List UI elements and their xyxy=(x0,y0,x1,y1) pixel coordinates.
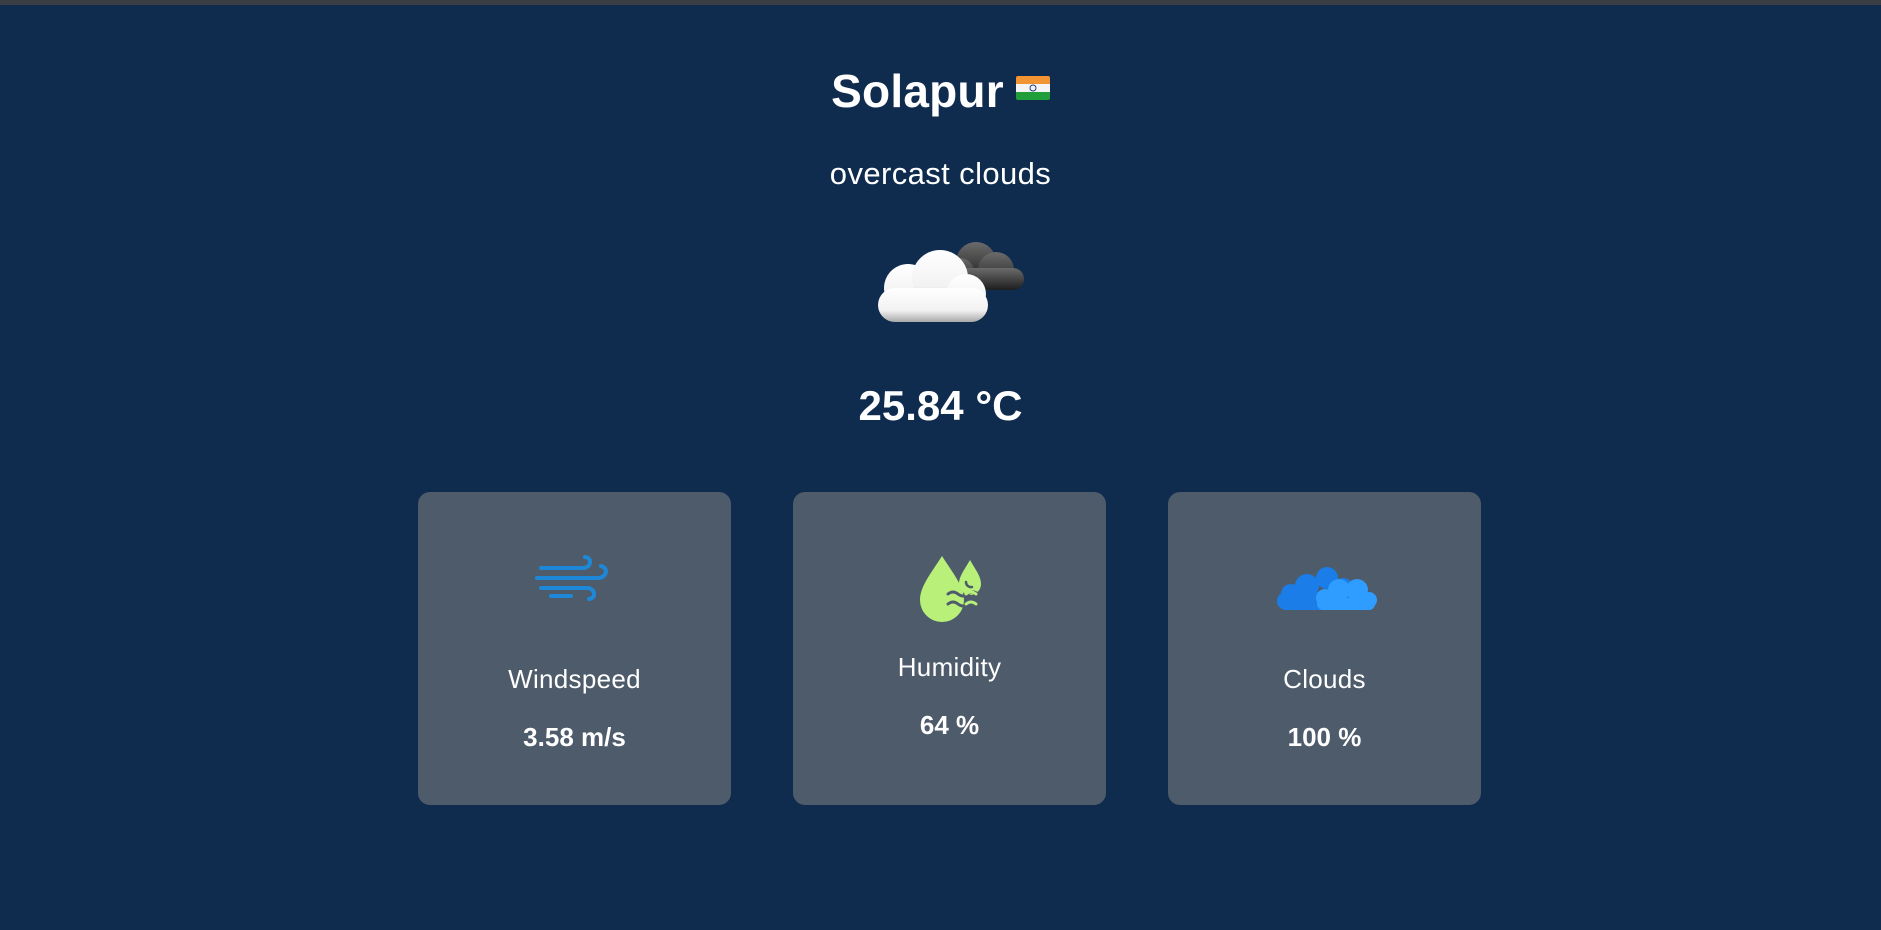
weather-description: overcast clouds xyxy=(829,156,1052,191)
windspeed-card: Windspeed 3.58 m/s xyxy=(418,492,731,805)
india-flag-icon xyxy=(1015,76,1050,100)
weather-app: Solapur overcast clouds 25.84 °C Windspe… xyxy=(0,0,1881,930)
clouds-icon xyxy=(1168,564,1481,617)
clouds-label: Clouds xyxy=(1283,664,1366,694)
windspeed-label: Windspeed xyxy=(508,664,641,694)
humidity-drops-icon xyxy=(793,554,1106,631)
city-name: Solapur xyxy=(831,65,1004,117)
wind-icon xyxy=(418,548,731,613)
clouds-card: Clouds 100 % xyxy=(1168,492,1481,805)
clouds-value: 100 % xyxy=(1287,722,1362,752)
humidity-value: 64 % xyxy=(919,710,980,740)
windspeed-value: 3.58 m/s xyxy=(523,722,626,752)
location-header: Solapur xyxy=(0,64,1881,118)
humidity-label: Humidity xyxy=(897,652,1002,682)
overcast-clouds-icon xyxy=(868,232,1034,332)
humidity-card: Humidity 64 % xyxy=(793,492,1106,805)
temperature-value: 25.84 °C xyxy=(858,382,1023,429)
